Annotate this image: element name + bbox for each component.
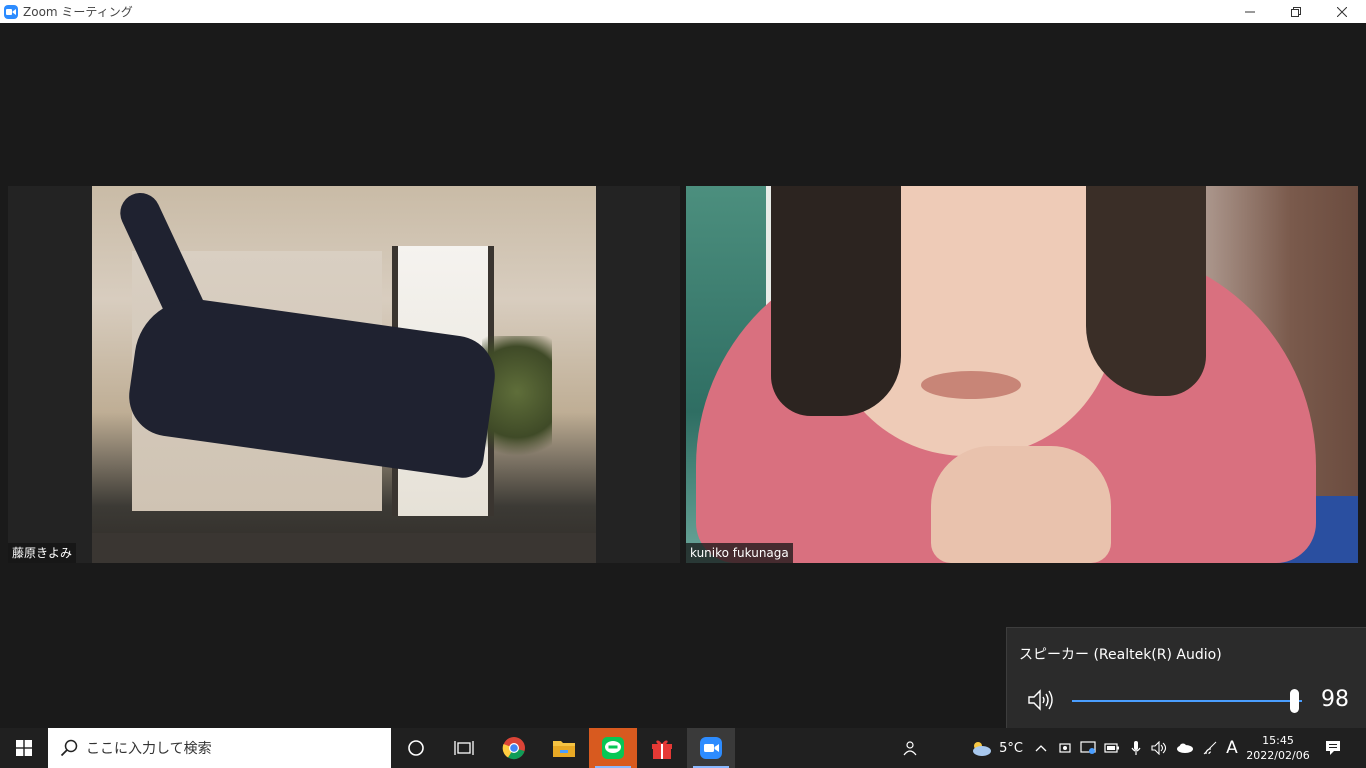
volume-icon — [1151, 741, 1167, 755]
windows-icon — [16, 740, 32, 756]
participant-name-label: kuniko fukunaga — [686, 543, 793, 563]
chrome-button[interactable] — [490, 728, 538, 768]
tray-onedrive[interactable] — [1174, 728, 1196, 768]
person-mouth — [921, 371, 1021, 399]
microphone-icon — [1131, 741, 1141, 755]
tray-volume[interactable] — [1150, 728, 1170, 768]
person-hair — [1086, 186, 1206, 396]
floor — [92, 533, 596, 563]
task-view-icon — [454, 741, 474, 755]
cloud-sun-icon — [973, 742, 992, 756]
tray-meet-now[interactable] — [1056, 728, 1074, 768]
ime-indicator[interactable]: A — [1222, 728, 1242, 768]
cortana-button[interactable] — [392, 728, 440, 768]
line-button[interactable] — [589, 728, 637, 768]
clock-date: 2022/02/06 — [1246, 749, 1310, 762]
zoom-icon — [700, 737, 722, 759]
wifi-icon — [1203, 741, 1217, 755]
zoom-app-icon — [4, 4, 18, 19]
participant-video-tile[interactable]: 藤原きよみ — [8, 186, 680, 563]
tray-network[interactable] — [1200, 728, 1220, 768]
gift-button[interactable] — [638, 728, 686, 768]
action-center-button[interactable] — [1318, 728, 1348, 768]
volume-flyout: スピーカー (Realtek(R) Audio) 98 — [1006, 627, 1366, 729]
cortana-icon — [408, 740, 424, 756]
person-hair — [771, 186, 901, 416]
file-explorer-icon — [553, 741, 575, 757]
display-icon — [1080, 741, 1096, 754]
start-button[interactable] — [0, 728, 48, 768]
taskbar: ここに入力して検索 5°C A 15:45 2022/02/06 — [0, 728, 1366, 768]
speaker-icon[interactable] — [1027, 688, 1055, 712]
meeting-gallery-view: 藤原きよみ kuniko fukunaga — [0, 23, 1366, 728]
tray-battery[interactable] — [1102, 728, 1122, 768]
participant-video — [686, 186, 1358, 563]
participant-name-label: 藤原きよみ — [8, 543, 77, 563]
minimize-button[interactable] — [1227, 0, 1273, 23]
close-icon — [1337, 6, 1347, 17]
people-button[interactable] — [896, 728, 922, 768]
file-explorer-button[interactable] — [540, 728, 588, 768]
search-placeholder: ここに入力して検索 — [86, 741, 212, 757]
line-icon — [602, 737, 624, 759]
tray-display-settings[interactable] — [1078, 728, 1098, 768]
camera-icon — [1059, 743, 1071, 753]
zoom-button[interactable] — [687, 728, 735, 768]
gift-icon — [652, 740, 672, 759]
tray-microphone[interactable] — [1127, 728, 1145, 768]
plant — [482, 336, 552, 476]
window-title-bar: Zoom ミーティング — [0, 0, 1366, 23]
taskbar-search-box[interactable]: ここに入力して検索 — [48, 728, 391, 768]
restore-button[interactable] — [1273, 0, 1319, 23]
window-title: Zoom ミーティング — [23, 5, 133, 19]
close-button[interactable] — [1319, 0, 1365, 23]
chrome-icon — [502, 737, 525, 760]
people-icon — [903, 741, 917, 756]
clock-time: 15:45 — [1262, 734, 1294, 747]
participant-video — [92, 186, 596, 563]
battery-icon — [1104, 743, 1119, 753]
weather-widget[interactable]: 5°C — [962, 728, 1030, 768]
participant-video-tile[interactable]: kuniko fukunaga — [686, 186, 1358, 563]
onedrive-cloud-icon — [1177, 743, 1193, 753]
chevron-up-icon — [1035, 745, 1047, 752]
show-hidden-icons-button[interactable] — [1032, 728, 1050, 768]
volume-level: 98 — [1321, 687, 1349, 712]
minimize-icon — [1245, 11, 1255, 12]
restore-icon — [1291, 6, 1301, 17]
taskbar-clock[interactable]: 15:45 2022/02/06 — [1244, 728, 1312, 768]
person-hand — [931, 446, 1111, 563]
volume-slider-track[interactable] — [1072, 700, 1302, 702]
notification-icon — [1326, 741, 1340, 755]
task-view-button[interactable] — [440, 728, 488, 768]
weather-temperature: 5°C — [999, 740, 1023, 756]
search-icon — [60, 739, 78, 757]
volume-slider-thumb[interactable] — [1290, 689, 1299, 713]
audio-device-label[interactable]: スピーカー (Realtek(R) Audio) — [1019, 644, 1222, 664]
